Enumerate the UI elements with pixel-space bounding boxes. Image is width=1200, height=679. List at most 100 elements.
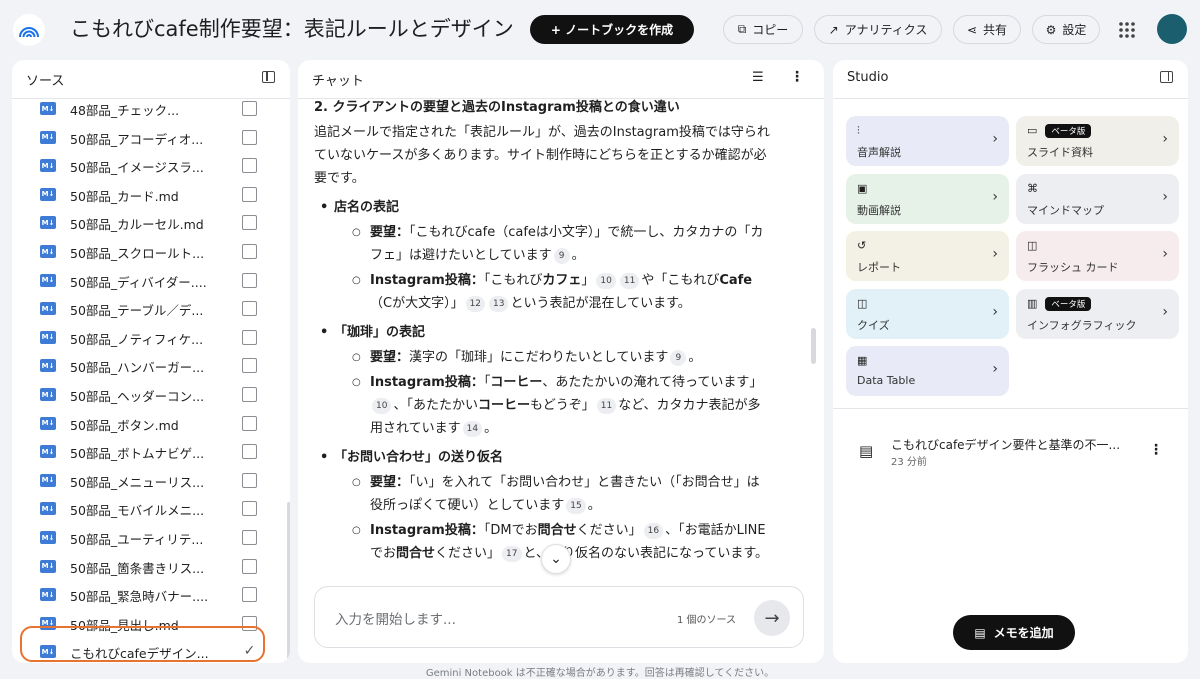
source-checkbox[interactable] [242, 530, 257, 545]
source-checkbox[interactable] [242, 101, 257, 116]
source-checkbox[interactable] [242, 387, 257, 402]
source-checkbox[interactable] [242, 444, 257, 460]
source-item[interactable]: M↓ 50部品_アコーディオ... [12, 123, 290, 151]
chevron-right-icon: › [1162, 131, 1168, 147]
citation-chip[interactable]: 12 [465, 295, 486, 312]
markdown-file-icon: M↓ [40, 388, 56, 401]
chevron-right-icon: › [1162, 246, 1168, 262]
note-title: こもれびcafeデザイン要件と基準の不一... [891, 438, 1121, 452]
avatar[interactable] [1157, 14, 1187, 44]
citation-chip[interactable]: 11 [596, 397, 617, 414]
source-checkbox[interactable] [242, 301, 257, 317]
mindmap-card[interactable]: ⌘ マインドマップ › [1016, 173, 1179, 224]
chat-scrollbar[interactable] [811, 328, 816, 364]
send-button[interactable]: → [754, 600, 790, 636]
markdown-file-icon: M↓ [40, 102, 56, 115]
note-more-icon[interactable]: ⋮ [1149, 442, 1163, 458]
notebooklm-logo-icon[interactable] [13, 14, 45, 46]
source-item[interactable]: M↓ 50部品_ボトムナビゲ... [12, 437, 290, 465]
markdown-file-icon: M↓ [40, 187, 56, 201]
flashcards-card[interactable]: ◫ フラッシュ カード › [1016, 231, 1179, 281]
source-list-scrollbar[interactable] [287, 502, 290, 663]
chat-input[interactable]: 入力を開始します... 1 個のソース → [314, 586, 804, 648]
s3-request: 要望：「い」を入れて「お問い合わせ」と書きたい（「お問合せ」は役所っぽくて硬い）… [314, 471, 772, 517]
scroll-down-button[interactable]: ⌄ [541, 544, 571, 574]
source-item[interactable]: M↓ 50部品_テーブル／デ... [12, 294, 290, 322]
source-item[interactable]: M↓ 50部品_ユーティリテ... [12, 523, 290, 551]
source-checkbox[interactable] [242, 558, 257, 574]
source-checkbox[interactable] [242, 358, 257, 374]
citation-chip[interactable]: 15 [566, 497, 586, 514]
markdown-file-icon: M↓ [40, 502, 56, 516]
source-checkbox[interactable] [242, 472, 257, 488]
source-checkbox[interactable] [242, 186, 257, 202]
markdown-file-icon: M↓ [40, 130, 56, 144]
footer-disclaimer: Gemini Notebook は不正確な場合があります。回答は再確認してくださ… [425, 668, 775, 679]
source-item[interactable]: M↓ 50部品_メニューリス... [12, 466, 290, 494]
source-item[interactable]: M↓ 50部品_モバイルメニ... [12, 494, 290, 522]
citation-chip[interactable]: 10 [596, 272, 616, 289]
source-checkbox[interactable] [242, 129, 257, 145]
citation-chip[interactable]: 14 [462, 420, 483, 437]
analytics-button[interactable]: ↗ アナリティクス [814, 15, 942, 44]
tune-icon[interactable]: ☰ [752, 70, 764, 85]
source-item[interactable]: M↓ 50部品_スクロールト... [12, 237, 290, 265]
source-checkbox[interactable] [242, 415, 257, 431]
create-notebook-button[interactable]: + ノートブックを作成 [530, 15, 694, 44]
data-table-card[interactable]: ▦ Data Table › [846, 346, 1009, 396]
source-checkbox[interactable] [242, 329, 257, 345]
report-card[interactable]: ↺ レポート › [846, 231, 1009, 281]
section-store-name: 店名の表記 [314, 196, 772, 219]
slides-card[interactable]: ▭ ベータ版 スライド資料 › [1016, 116, 1179, 166]
source-item[interactable]: M↓ 50部品_ノティフィケ... [12, 323, 290, 351]
add-note-button[interactable]: ▤ メモを追加 [953, 615, 1075, 650]
source-item[interactable]: M↓ 50部品_ハンバーガー... [12, 351, 290, 379]
saved-note[interactable]: ▤ こもれびcafeデザイン要件と基準の不一... 23 分前 ⋮ [849, 432, 1167, 472]
source-item-label: 50部品_緊急時バナー.... [70, 589, 209, 605]
video-overview-card[interactable]: ▣ 動画解説 › [846, 173, 1009, 224]
citation-chip[interactable]: 9 [553, 247, 570, 264]
citation-chip[interactable]: 11 [619, 272, 640, 289]
s1-request: 要望：「こもれびcafe（cafeは小文字）」で統一し、カタカナの「カフェ」は避… [314, 221, 772, 267]
collapse-panel-icon[interactable] [262, 71, 275, 83]
source-item-label: 50部品_メニューリス... [70, 474, 205, 490]
markdown-file-icon: M↓ [40, 588, 56, 602]
collapse-studio-icon[interactable] [1160, 71, 1173, 83]
note-icon: ▤ [859, 442, 874, 460]
source-item[interactable]: M↓ 50部品_カルーセル.md [12, 208, 290, 236]
more-vert-icon[interactable]: ⋮ [790, 69, 804, 85]
share-button[interactable]: ⋖ 共有 [953, 15, 1021, 44]
source-item[interactable]: M↓ 50部品_ヘッダーコン... [12, 380, 290, 408]
source-checkbox[interactable] [242, 158, 257, 174]
source-item[interactable]: M↓ 50部品_箇条書きリス... [12, 552, 290, 580]
source-item[interactable]: M↓ 50部品_カード.md [12, 180, 290, 208]
citation-chip[interactable]: 10 [372, 397, 392, 414]
audio-waveform-icon: ⫶ [857, 124, 860, 137]
chevron-right-icon: › [1162, 188, 1168, 205]
source-checkbox[interactable] [242, 587, 257, 603]
infographic-card[interactable]: ▥ ベータ版 インフォグラフィック › [1016, 288, 1179, 339]
s1-instagram: Instagram投稿：「こもれびカフェ」1011や「こもれびCafe（Cが大文… [314, 269, 772, 315]
mindmap-icon: ⌘ [1027, 181, 1038, 195]
source-checkbox[interactable] [242, 215, 257, 231]
copy-button[interactable]: ⧉ コピー [723, 15, 803, 44]
settings-button[interactable]: ⚙ 設定 [1032, 15, 1100, 44]
source-checkbox[interactable] [242, 244, 257, 259]
audio-overview-card[interactable]: ⫶ 音声解説 › [846, 116, 1009, 166]
quiz-card[interactable]: ◫ クイズ › [846, 288, 1009, 339]
citation-chip[interactable]: 17 [502, 545, 522, 562]
source-item[interactable]: M↓ 48部品_チェック... [12, 100, 290, 122]
source-item[interactable]: M↓ 50部品_イメージスラ... [12, 151, 290, 179]
citation-chip[interactable]: 16 [643, 522, 664, 539]
citation-chip[interactable]: 9 [670, 349, 687, 366]
source-item[interactable]: M↓ 50部品_ボタン.md [12, 409, 290, 437]
apps-grid-icon[interactable] [1117, 20, 1137, 40]
source-item[interactable]: M↓ 50部品_ディバイダー.... [12, 266, 290, 294]
notebook-title[interactable]: こもれびcafe制作要望：表記ルールとデザイン指針 [70, 14, 512, 44]
source-checkbox[interactable] [242, 272, 257, 288]
source-checkbox[interactable] [242, 501, 257, 517]
markdown-file-icon: M↓ [40, 330, 56, 344]
citation-chip[interactable]: 13 [489, 295, 509, 312]
chevron-right-icon: › [992, 303, 998, 320]
source-item[interactable]: M↓ 50部品_緊急時バナー.... [12, 580, 290, 608]
